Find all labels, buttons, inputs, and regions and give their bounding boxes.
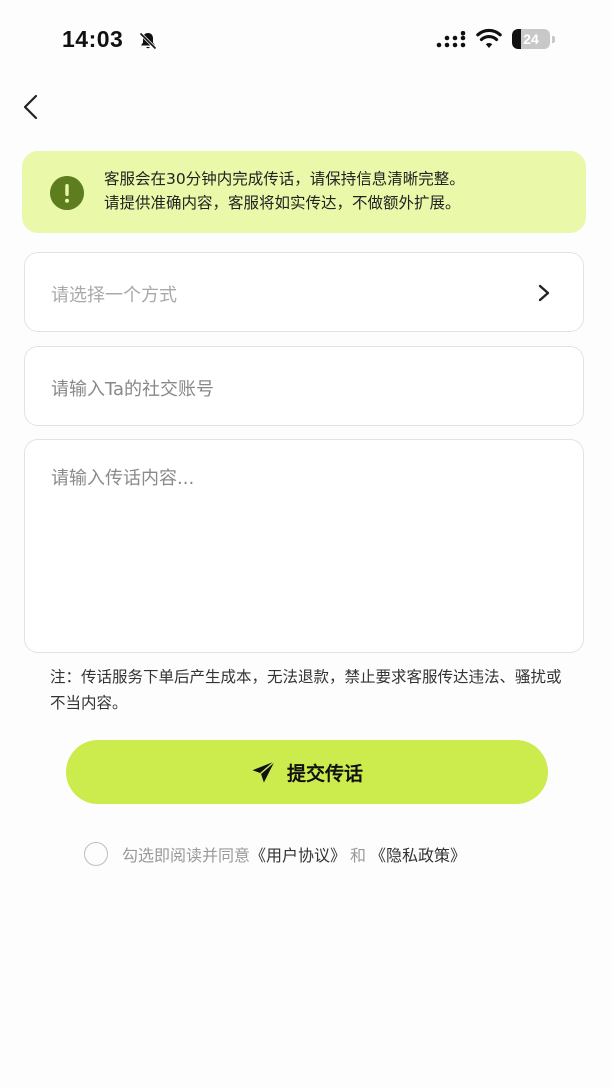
notice-line-2: 请提供准确内容，客服将如实传达，不做额外扩展。	[104, 194, 461, 212]
exclamation-icon	[50, 176, 84, 210]
signal-icon	[436, 31, 466, 48]
battery-level: 24	[523, 31, 539, 47]
method-select[interactable]: 请选择一个方式	[24, 252, 584, 332]
submit-label: 提交传话	[286, 762, 363, 785]
notice-line-1: 客服会在30分钟内完成传话，请保持信息清晰完整。	[104, 170, 465, 188]
agree-checkbox[interactable]	[84, 842, 108, 866]
message-content-textarea[interactable]: 请输入传话内容...	[24, 439, 584, 653]
status-bar: 14:03 24	[0, 0, 612, 80]
chevron-right-icon	[538, 284, 550, 302]
agreement-conjunction: 和	[350, 846, 367, 865]
service-note: 注：传话服务下单后产生成本，无法退款，禁止要求客服传达违法、骚扰或不当内容。	[50, 668, 562, 712]
wifi-icon	[476, 28, 502, 48]
mute-bell-icon	[139, 32, 157, 50]
method-select-placeholder: 请选择一个方式	[51, 285, 177, 306]
message-content-placeholder: 请输入传话内容...	[51, 468, 195, 489]
send-icon	[252, 760, 275, 783]
agreement-prefix: 勾选即阅读并同意	[122, 846, 251, 865]
social-account-placeholder: 请输入Ta的社交账号	[51, 379, 215, 400]
privacy-policy-link[interactable]: 《隐私政策》	[370, 842, 466, 866]
back-button[interactable]	[14, 90, 48, 124]
notice-banner: 客服会在30分钟内完成传话，请保持信息清晰完整。 请提供准确内容，客服将如实传达…	[22, 151, 586, 233]
battery-indicator: 24	[512, 29, 556, 51]
social-account-input[interactable]: 请输入Ta的社交账号	[24, 346, 584, 426]
user-agreement-link[interactable]: 《用户协议》	[250, 842, 346, 866]
status-time: 14:03	[62, 26, 124, 52]
notice-text: 客服会在30分钟内完成传话，请保持信息清晰完整。 请提供准确内容，客服将如实传达…	[104, 167, 574, 215]
agreement-row: 勾选即阅读并同意 《用户协议》 和 《隐私政策》	[84, 841, 466, 867]
submit-message-button[interactable]: 提交传话	[66, 740, 548, 804]
